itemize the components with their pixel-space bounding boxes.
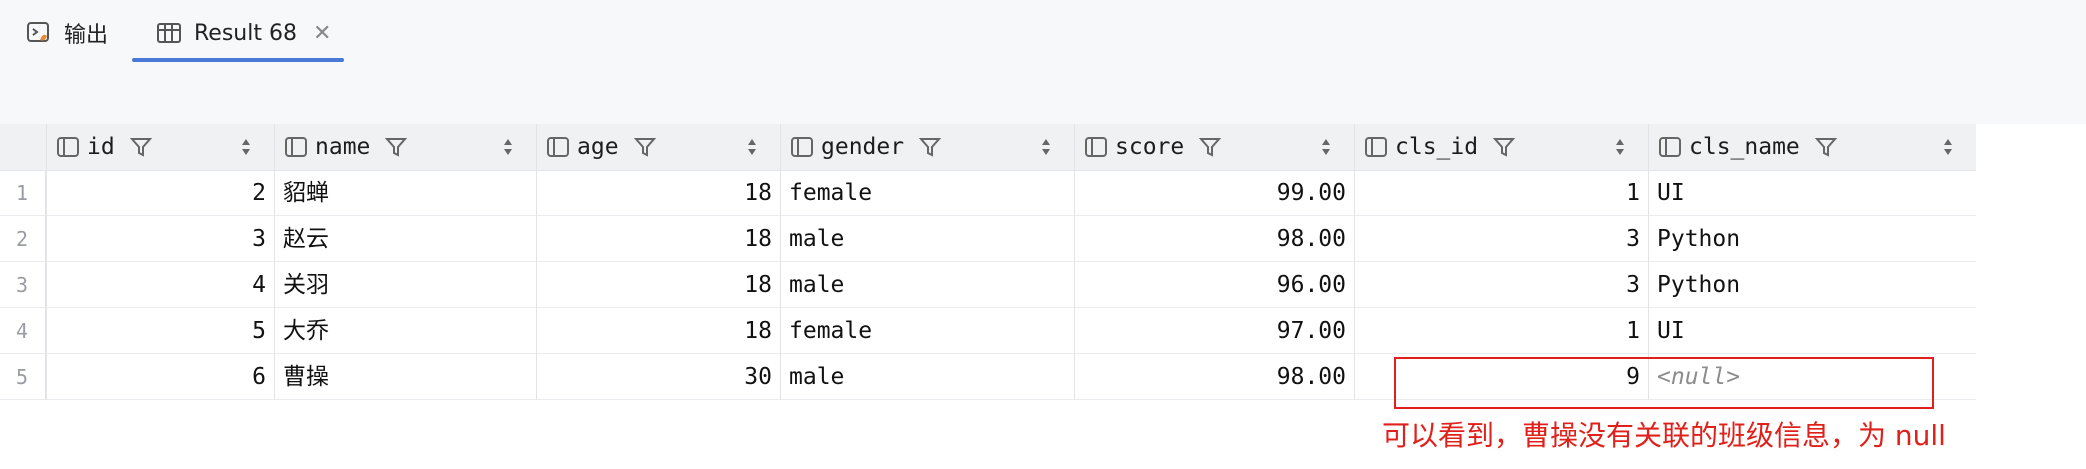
cell-cls-id[interactable]: 3 bbox=[1354, 262, 1648, 308]
cell-cls-id[interactable]: 1 bbox=[1354, 170, 1648, 216]
cell-id[interactable]: 2 bbox=[46, 170, 274, 216]
filter-icon[interactable] bbox=[129, 135, 153, 159]
cell-name[interactable]: 赵云 bbox=[274, 216, 536, 262]
cell-gender[interactable]: male bbox=[780, 354, 1074, 400]
cell-cls-id[interactable]: 1 bbox=[1354, 308, 1648, 354]
column-header-name[interactable]: name bbox=[274, 124, 536, 170]
cell-age[interactable]: 18 bbox=[536, 262, 780, 308]
column-header-gender[interactable]: gender bbox=[780, 124, 1074, 170]
cell-score[interactable]: 97.00 bbox=[1074, 308, 1354, 354]
tab-result-label: Result 68 bbox=[194, 20, 297, 46]
column-header-age[interactable]: age bbox=[536, 124, 780, 170]
row-number: 5 bbox=[0, 354, 46, 400]
annotation-text: 可以看到，曹操没有关联的班级信息，为 null bbox=[1382, 419, 1946, 452]
cell-id[interactable]: 4 bbox=[46, 262, 274, 308]
sort-icon[interactable] bbox=[1942, 137, 1954, 157]
sort-icon[interactable] bbox=[1320, 137, 1332, 157]
cell-name[interactable]: 大乔 bbox=[274, 308, 536, 354]
close-icon[interactable]: ✕ bbox=[313, 21, 331, 46]
cell-cls-name[interactable]: UI bbox=[1648, 308, 1976, 354]
cell-cls-id[interactable]: 3 bbox=[1354, 216, 1648, 262]
toolbar-area bbox=[0, 66, 2086, 124]
filter-icon[interactable] bbox=[384, 135, 408, 159]
sort-icon[interactable] bbox=[502, 137, 514, 157]
filter-icon[interactable] bbox=[633, 135, 657, 159]
cell-score[interactable]: 99.00 bbox=[1074, 170, 1354, 216]
column-icon bbox=[285, 137, 307, 157]
cell-gender[interactable]: female bbox=[780, 308, 1074, 354]
cell-cls-name[interactable]: Python bbox=[1648, 262, 1976, 308]
cell-age[interactable]: 18 bbox=[536, 216, 780, 262]
column-header-cls-id[interactable]: cls_id bbox=[1354, 124, 1648, 170]
console-icon bbox=[26, 20, 52, 46]
highlight-box bbox=[1394, 357, 1934, 409]
column-icon bbox=[1085, 137, 1107, 157]
column-icon bbox=[791, 137, 813, 157]
column-icon bbox=[1659, 137, 1681, 157]
cell-id[interactable]: 6 bbox=[46, 354, 274, 400]
filter-icon[interactable] bbox=[1198, 135, 1222, 159]
table-row[interactable]: 1 2 貂蝉 18 female 99.00 1 UI bbox=[0, 170, 1976, 216]
column-header-cls-name[interactable]: cls_name bbox=[1648, 124, 1976, 170]
cell-score[interactable]: 96.00 bbox=[1074, 262, 1354, 308]
column-icon bbox=[57, 137, 79, 157]
tab-output-label: 输出 bbox=[64, 23, 109, 48]
cell-name[interactable]: 关羽 bbox=[274, 262, 536, 308]
cell-score[interactable]: 98.00 bbox=[1074, 354, 1354, 400]
cell-id[interactable]: 5 bbox=[46, 308, 274, 354]
sort-icon[interactable] bbox=[746, 137, 758, 157]
cell-gender[interactable]: male bbox=[780, 262, 1074, 308]
sort-icon[interactable] bbox=[1040, 137, 1052, 157]
table-row[interactable]: 2 3 赵云 18 male 98.00 3 Python bbox=[0, 216, 1976, 262]
column-header-id[interactable]: id bbox=[46, 124, 274, 170]
cell-age[interactable]: 18 bbox=[536, 170, 780, 216]
cell-cls-name[interactable]: Python bbox=[1648, 216, 1976, 262]
sort-icon[interactable] bbox=[1614, 137, 1626, 157]
table-icon bbox=[156, 20, 182, 46]
grid-header: id name age gender score cls_id cls_name bbox=[0, 124, 1976, 171]
cell-cls-name[interactable]: UI bbox=[1648, 170, 1976, 216]
cell-name[interactable]: 貂蝉 bbox=[274, 170, 536, 216]
column-icon bbox=[1365, 137, 1387, 157]
cell-gender[interactable]: female bbox=[780, 170, 1074, 216]
cell-age[interactable]: 30 bbox=[536, 354, 780, 400]
table-row[interactable]: 3 4 关羽 18 male 96.00 3 Python bbox=[0, 262, 1976, 308]
cell-gender[interactable]: male bbox=[780, 216, 1074, 262]
tab-bar: 输出 Result 68 ✕ bbox=[0, 0, 2086, 67]
sort-icon[interactable] bbox=[240, 137, 252, 157]
table-row[interactable]: 4 5 大乔 18 female 97.00 1 UI bbox=[0, 308, 1976, 354]
row-number: 2 bbox=[0, 216, 46, 262]
column-header-score[interactable]: score bbox=[1074, 124, 1354, 170]
tab-result[interactable]: Result 68 ✕ bbox=[156, 0, 331, 66]
active-tab-indicator bbox=[132, 58, 344, 62]
cell-name[interactable]: 曹操 bbox=[274, 354, 536, 400]
column-icon bbox=[547, 137, 569, 157]
row-number: 1 bbox=[0, 170, 46, 216]
filter-icon[interactable] bbox=[1814, 135, 1838, 159]
filter-icon[interactable] bbox=[918, 135, 942, 159]
cell-score[interactable]: 98.00 bbox=[1074, 216, 1354, 262]
cell-id[interactable]: 3 bbox=[46, 216, 274, 262]
row-number: 3 bbox=[0, 262, 46, 308]
filter-icon[interactable] bbox=[1492, 135, 1516, 159]
tab-output[interactable]: 输出 bbox=[26, 0, 108, 66]
cell-age[interactable]: 18 bbox=[536, 308, 780, 354]
row-number: 4 bbox=[0, 308, 46, 354]
